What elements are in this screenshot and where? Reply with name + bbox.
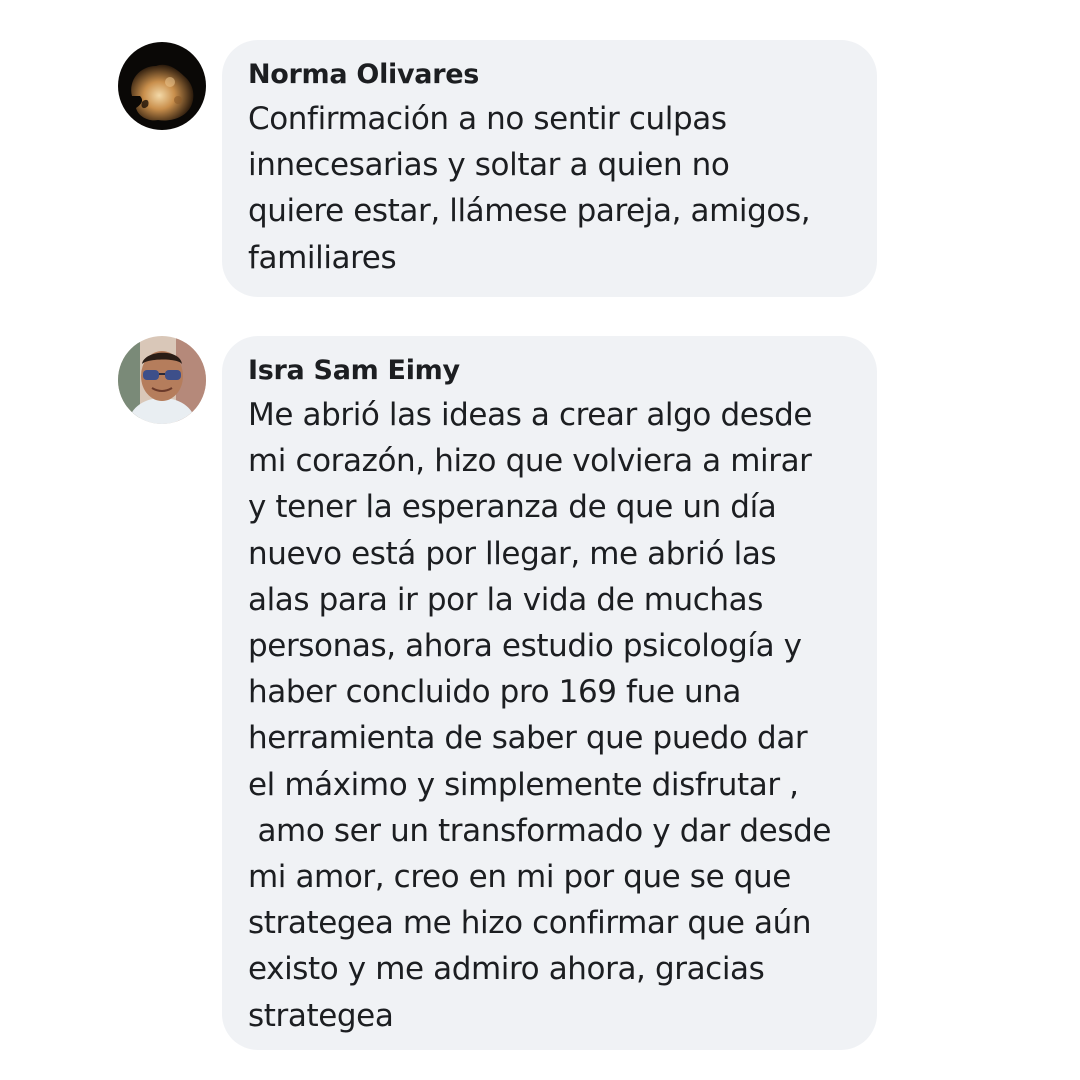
comment-bubble: Norma Olivares Confirmación a no sentir … (222, 40, 877, 375)
comment-line: personas, ahora estudio psicología y (248, 628, 802, 665)
comment-line: mi corazón, hizo que volviera a mirar (248, 443, 812, 480)
comment-text: Me abrió las ideas a crear algo desde mi… (248, 392, 857, 1039)
ok-hand-emoji-icon (450, 243, 492, 374)
comment-line: Confirmación a no sentir culpas (248, 101, 727, 137)
smiling-face-emoji-icon (538, 243, 580, 375)
comment-author[interactable]: Isra Sam Eimy (248, 350, 857, 392)
comment-line: nuevo está por llegar, me abrió las (248, 535, 777, 572)
comment-line-text: familiares (248, 239, 397, 276)
ok-hand-emoji-icon (406, 243, 448, 374)
comment-line: y tener la esperanza de que un día (248, 489, 777, 526)
comment-line: amo ser un transformado y dar desde (248, 812, 832, 849)
avatar-moon-image (118, 42, 206, 130)
comment-line: strategea (248, 997, 394, 1034)
comment-line: strategea me hizo confirmar que aún (248, 905, 812, 942)
comment-line-last: familiares (248, 235, 857, 375)
comment-line: Me abrió las ideas a crear algo desde (248, 397, 813, 433)
ok-hand-emoji-icon (494, 243, 536, 374)
comment-line: existo y me admiro ahora, gracias (248, 951, 765, 988)
comment-line: haber concluido pro 169 fue una (248, 674, 742, 711)
avatar-person-photo (118, 336, 206, 424)
comment-line: herramienta de saber que puedo dar (248, 720, 808, 757)
comment-bubble: Isra Sam Eimy Me abrió las ideas a crear… (222, 336, 877, 1050)
comment-author[interactable]: Norma Olivares (248, 54, 857, 96)
avatar[interactable] (118, 42, 206, 130)
comment-line: el máximo y simplemente disfrutar , (248, 766, 799, 803)
avatar[interactable] (118, 336, 206, 424)
comment-line: innecesarias y soltar a quien no (248, 147, 730, 184)
comment-line: alas para ir por la vida de muchas (248, 581, 763, 618)
comment-text: Confirmación a no sentir culpas innecesa… (248, 96, 857, 375)
comment-line: mi amor, creo en mi por que se que (248, 859, 791, 896)
comment-line: quiere estar, llámese pareja, amigos, (248, 193, 811, 230)
emoji-row (406, 243, 580, 375)
